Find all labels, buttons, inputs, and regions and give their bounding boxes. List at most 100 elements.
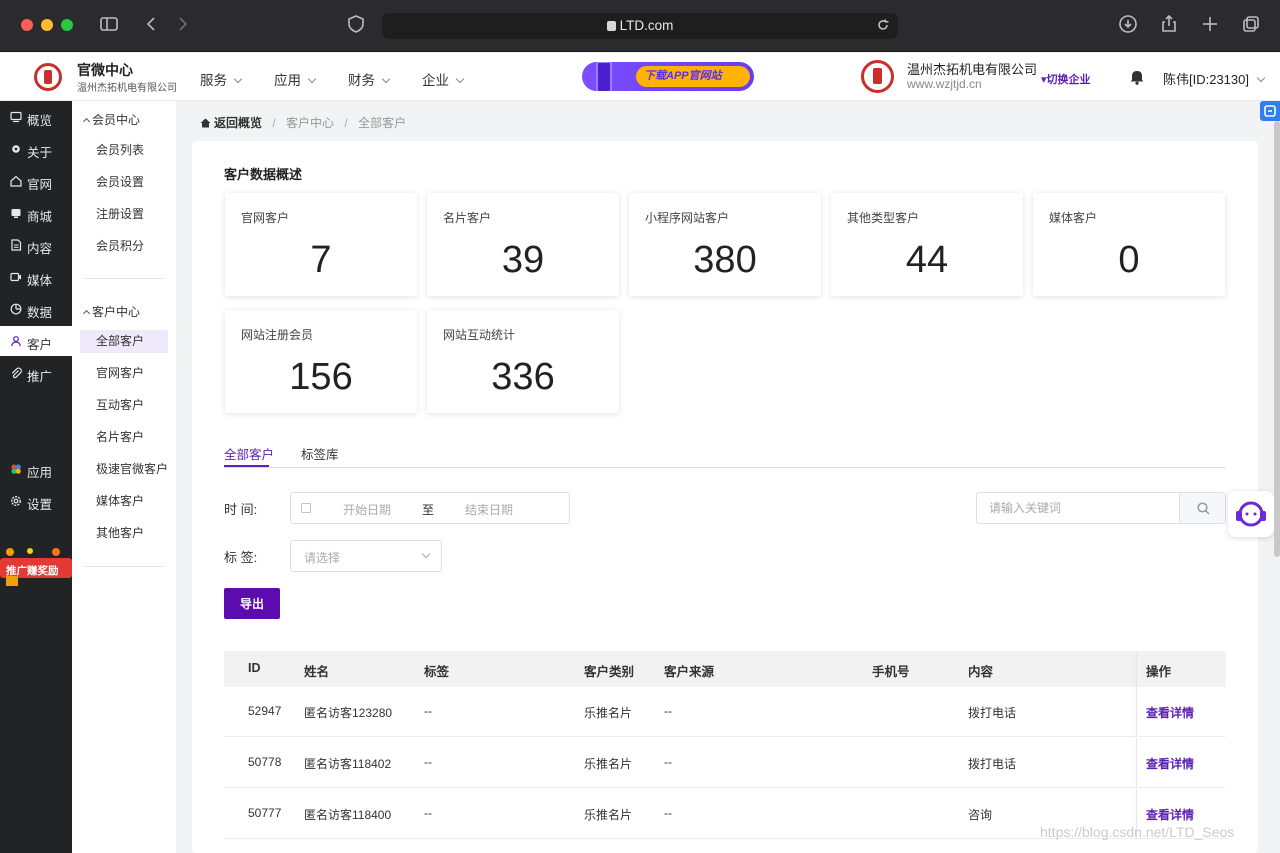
sidebar-item-express-customers[interactable]: 极速官微客户 [80,458,168,481]
chevron-down-icon [381,74,391,84]
zoom-window-button[interactable] [61,19,73,31]
keyword-search [976,492,1226,524]
page-scrollbar[interactable] [1274,121,1280,557]
address-bar[interactable]: LTD.com [382,13,898,39]
sidebar-item-member-settings[interactable]: 会员设置 [80,171,168,194]
switch-enterprise-link[interactable]: ▾切换企业 [1041,71,1091,87]
breadcrumb-customer-center[interactable]: 客户中心 [286,116,334,130]
column-header-id: ID [248,661,261,675]
translate-float-button[interactable] [1260,101,1280,121]
start-date-input[interactable]: 开始日期 [343,501,391,518]
export-button[interactable]: 导出 [224,588,280,619]
calendar-icon [301,503,311,513]
minimize-window-button[interactable] [41,19,53,31]
view-details-link[interactable]: 查看详情 [1146,704,1194,721]
brand-subtitle: 温州杰拓机电有限公司 [77,83,177,94]
rail-item-content[interactable]: 内容 [0,230,72,260]
gear-icon [12,145,20,153]
column-header-actions: 操作 [1146,665,1172,679]
download-app-banner[interactable]: 下载APP官网站 [582,62,754,91]
sidebar-group-customer-center[interactable]: 客户中心 [82,303,140,320]
active-tab-indicator [224,465,269,467]
share-icon[interactable] [1158,14,1180,36]
stat-card-card-customers[interactable]: 名片客户 39 [427,193,619,296]
date-range-picker[interactable]: 开始日期 至 结束日期 [290,492,570,524]
search-button[interactable] [1179,493,1225,523]
sidebar-item-card-customers[interactable]: 名片客户 [80,426,168,449]
end-date-input[interactable]: 结束日期 [465,501,513,518]
url-text: LTD.com [619,18,674,33]
sidebar-item-website-customers[interactable]: 官网客户 [80,362,168,385]
cell-content: 咨询 [968,808,993,822]
stat-card-registered-members[interactable]: 网站注册会员 156 [225,310,417,413]
download-icon[interactable] [1117,14,1139,36]
nav-finance[interactable]: 财务 [348,69,391,89]
chevron-down-icon [455,74,465,84]
view-details-link[interactable]: 查看详情 [1146,755,1194,772]
nav-services[interactable]: 服务 [200,69,243,89]
forward-icon[interactable] [172,14,194,36]
brand-logo[interactable] [34,63,62,91]
sidebar-item-interactive-customers[interactable]: 互动客户 [80,394,168,417]
rail-item-data[interactable]: 数据 [0,294,72,324]
stat-card-media-customers[interactable]: 媒体客户 0 [1033,193,1225,296]
rail-item-promotion[interactable]: 推广 [0,358,72,388]
rail-item-apps[interactable]: 应用 [0,454,72,484]
overview-title: 客户数据概述 [224,167,303,182]
sidebar-item-media-customers[interactable]: 媒体客户 [80,490,168,513]
breadcrumb-home[interactable]: 返回概览 [200,116,262,130]
cell-category: 乐推名片 [584,808,633,822]
customer-service-button[interactable] [1228,491,1274,537]
sidebar-toggle-icon[interactable] [98,14,120,36]
tag-select[interactable]: 请选择 [290,540,442,572]
chevron-down-icon [421,549,431,559]
new-tab-icon[interactable] [1199,14,1221,36]
back-icon[interactable] [140,14,162,36]
tab-tag-library[interactable]: 标签库 [301,444,339,463]
search-input[interactable] [977,493,1179,523]
close-window-button[interactable] [21,19,33,31]
cell-id: 50777 [248,806,282,820]
column-header-name: 姓名 [304,665,330,679]
bell-icon[interactable] [1129,68,1145,85]
stat-card-interaction-stats[interactable]: 网站互动统计 336 [427,310,619,413]
breadcrumb: 返回概览 / 客户中心 / 全部客户 [200,114,406,131]
cell-tag: -- [424,806,432,820]
sidebar-group-member-center[interactable]: 会员中心 [82,111,140,128]
sidebar-item-register-settings[interactable]: 注册设置 [80,203,168,226]
sidebar-item-member-list[interactable]: 会员列表 [80,139,168,162]
sidebar-item-member-points[interactable]: 会员积分 [80,235,168,258]
home-icon [10,175,22,187]
nav-apps[interactable]: 应用 [274,69,317,89]
secondary-sidebar: 会员中心 会员列表 会员设置 注册设置 会员积分 客户中心 全部客户 官网客户 … [72,101,176,853]
primary-rail: 概览 关于 官网 商城 内容 媒体 数据 客户 推广 应用 设置 推广赚奖励 [0,101,72,853]
stat-card-website-customers[interactable]: 官网客户 7 [225,193,417,296]
headset-icon [1236,501,1266,527]
sidebar-item-all-customers[interactable]: 全部客户 [80,330,168,353]
rail-item-overview[interactable]: 概览 [0,102,72,132]
table-row: 52947 匿名访客123280 -- 乐推名片 -- 拨打电话 查看详情 [224,687,1226,737]
cell-id: 50778 [248,755,282,769]
reload-icon[interactable] [876,18,890,32]
rail-item-customers[interactable]: 客户 [0,326,72,356]
sidebar-item-other-customers[interactable]: 其他客户 [80,522,168,545]
view-details-link[interactable]: 查看详情 [1146,806,1194,823]
privacy-shield-icon[interactable] [345,14,367,36]
nav-enterprise[interactable]: 企业 [422,69,465,89]
cell-source: -- [664,755,672,769]
stat-card-other-customers[interactable]: 其他类型客户 44 [831,193,1023,296]
rail-item-website[interactable]: 官网 [0,166,72,196]
rail-item-settings[interactable]: 设置 [0,486,72,516]
cell-name: 匿名访客123280 [304,706,393,720]
user-icon [11,336,21,347]
tab-all-customers[interactable]: 全部客户 [224,444,274,463]
user-menu[interactable]: 陈伟[ID:23130] [1163,69,1266,88]
cell-name: 匿名访客118402 [304,757,392,771]
rail-item-shop[interactable]: 商城 [0,198,72,228]
rail-item-media[interactable]: 媒体 [0,262,72,292]
stat-card-miniprogram-customers[interactable]: 小程序网站客户 380 [629,193,821,296]
rail-item-about[interactable]: 关于 [0,134,72,164]
promo-reward-badge[interactable]: 推广赚奖励 [0,546,72,588]
cell-content: 拨打电话 [968,757,1017,771]
tab-overview-icon[interactable] [1240,14,1262,36]
